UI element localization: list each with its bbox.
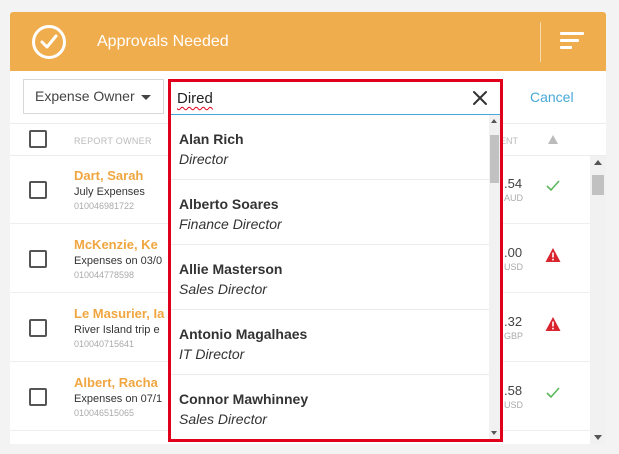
expense-owner-select[interactable]: Expense Owner xyxy=(23,79,164,114)
option-title: Finance Director xyxy=(179,216,282,232)
report-currency: USD xyxy=(504,400,524,410)
check-circle-icon xyxy=(32,25,66,59)
option-title: IT Director xyxy=(179,346,245,362)
report-number: 010040715641 xyxy=(74,339,135,349)
report-currency: AUD xyxy=(504,193,524,203)
option-name: Alan Rich xyxy=(179,131,244,147)
bottom-strip xyxy=(10,444,606,454)
report-description: River Island trip e xyxy=(74,324,160,336)
approved-check-icon xyxy=(546,387,560,399)
report-number: 010046515065 xyxy=(74,408,135,418)
owner-search-dropdown: Dired Alan Rich Director Alberto Soares … xyxy=(168,79,503,442)
warning-icon xyxy=(545,317,561,331)
list-item[interactable]: Antonio Magalhaes IT Director xyxy=(171,310,489,375)
warning-icon xyxy=(545,248,561,262)
option-title: Director xyxy=(179,151,229,167)
report-amount: .54 xyxy=(504,176,523,191)
caret-down-icon xyxy=(141,95,151,100)
report-amount: .32 xyxy=(504,314,523,329)
table-scrollbar[interactable] xyxy=(590,156,606,444)
page-title: Approvals Needed xyxy=(97,33,229,50)
option-title: Sales Director xyxy=(179,411,267,427)
scroll-down-icon[interactable] xyxy=(491,431,497,435)
clear-search-icon[interactable] xyxy=(471,89,489,107)
scroll-up-icon[interactable] xyxy=(594,160,602,165)
option-title: Sales Director xyxy=(179,281,267,297)
list-item[interactable]: Connor Mawhinney Sales Director xyxy=(171,375,489,439)
select-all-checkbox[interactable] xyxy=(29,130,47,148)
report-amount: .00 xyxy=(504,245,523,260)
owner-select-label: Expense Owner xyxy=(35,88,135,104)
owner-options-list: Alan Rich Director Alberto Soares Financ… xyxy=(171,115,489,439)
report-number: 010044778598 xyxy=(74,270,135,280)
list-item[interactable]: Allie Masterson Sales Director xyxy=(171,245,489,310)
list-item[interactable]: Alberto Soares Finance Director xyxy=(171,180,489,245)
report-currency: USD xyxy=(504,262,524,272)
row-checkbox[interactable] xyxy=(29,181,47,199)
cancel-button[interactable]: Cancel xyxy=(530,89,574,105)
option-name: Allie Masterson xyxy=(179,261,283,277)
report-amount: .58 xyxy=(504,383,523,398)
scroll-thumb[interactable] xyxy=(490,135,499,183)
search-input-value[interactable]: Dired xyxy=(177,90,213,107)
report-description: Expenses on 07/1 xyxy=(74,393,163,405)
report-owner-name[interactable]: Albert, Racha xyxy=(74,375,158,390)
report-owner-name[interactable]: Le Masurier, Ia xyxy=(74,306,164,321)
option-name: Antonio Magalhaes xyxy=(179,326,308,342)
sort-status-icon[interactable] xyxy=(548,135,558,144)
dropdown-scrollbar[interactable] xyxy=(489,115,500,439)
list-item[interactable]: Alan Rich Director xyxy=(171,115,489,180)
row-checkbox[interactable] xyxy=(29,388,47,406)
report-description: Expenses on 03/0 xyxy=(74,255,163,267)
report-owner-name[interactable]: Dart, Sarah xyxy=(74,168,143,183)
option-name: Connor Mawhinney xyxy=(179,391,309,407)
owner-search-input[interactable]: Dired xyxy=(171,82,500,115)
row-checkbox[interactable] xyxy=(29,319,47,337)
scroll-thumb[interactable] xyxy=(592,175,604,195)
header-bar: Approvals Needed xyxy=(10,12,606,71)
report-number: 010046981722 xyxy=(74,201,135,211)
sort-menu-icon[interactable] xyxy=(560,32,584,50)
scroll-down-icon[interactable] xyxy=(594,435,602,440)
option-name: Alberto Soares xyxy=(179,196,279,212)
scroll-up-icon[interactable] xyxy=(491,119,497,123)
report-owner-name[interactable]: McKenzie, Ke xyxy=(74,237,158,252)
approved-check-icon xyxy=(546,180,560,192)
report-currency: GBP xyxy=(504,331,524,341)
row-checkbox[interactable] xyxy=(29,250,47,268)
header-divider xyxy=(540,22,541,62)
report-description: July Expenses xyxy=(74,186,145,198)
column-report-owner[interactable]: REPORT OWNER xyxy=(74,136,152,146)
